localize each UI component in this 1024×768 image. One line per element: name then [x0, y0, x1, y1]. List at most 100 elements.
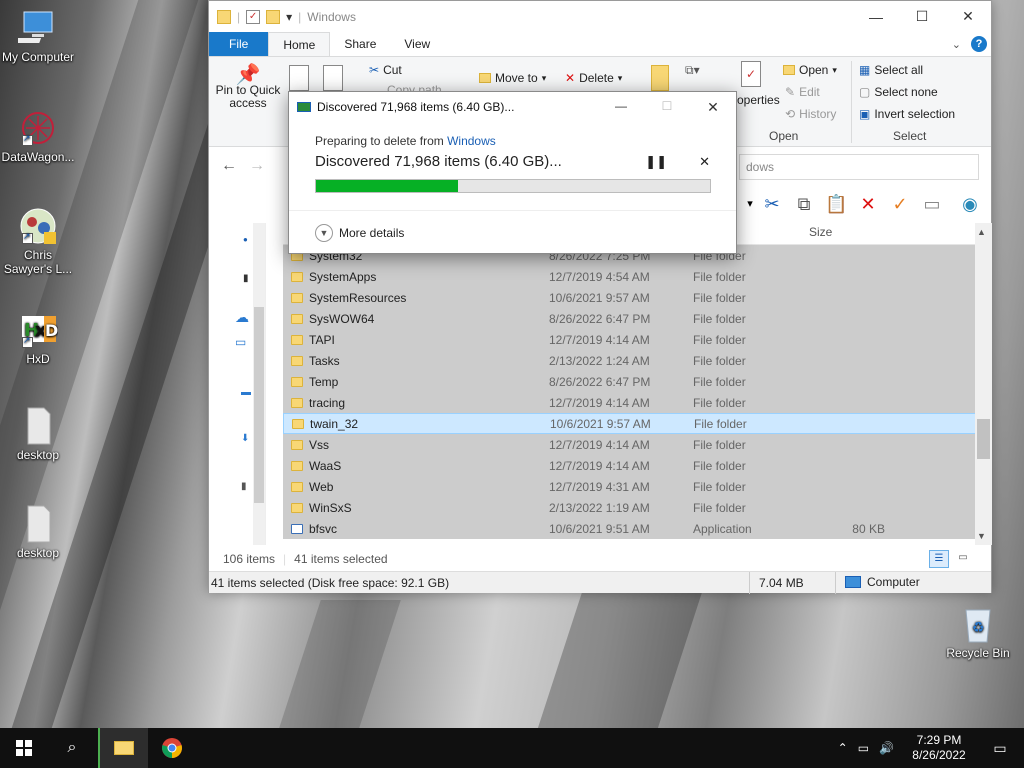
forward-arrow-icon[interactable]: → [249, 157, 265, 175]
show-hidden-icons-icon[interactable]: ⌃ [838, 741, 848, 755]
nav-dot-icon: ● [243, 235, 248, 244]
pause-icon[interactable]: ❚❚ [645, 154, 667, 170]
desktop-icon-chris-sawyer[interactable]: Chris Sawyer's L... [0, 206, 76, 276]
properties-button[interactable]: operties [737, 93, 780, 107]
volume-icon[interactable]: 🔊 [879, 741, 894, 755]
file-row[interactable]: SysWOW64 8/26/2022 6:47 PM File folder [283, 308, 983, 329]
network-icon[interactable]: ▭ [858, 741, 869, 755]
new-item-button[interactable]: ⧉▾ [685, 63, 700, 78]
desktop-icon-recycle-bin[interactable]: ♻ Recycle Bin [938, 604, 1018, 660]
tab-view[interactable]: View [390, 32, 444, 56]
properties-large-icon-wrap[interactable]: ✓ [741, 61, 761, 87]
minimize-button[interactable]: — [853, 1, 899, 32]
nav-item-icon[interactable]: ▮ [243, 273, 249, 284]
nav-item-icon[interactable]: ▮ [241, 481, 247, 492]
downloads-icon[interactable]: ⬇ [241, 433, 249, 444]
details-view-icon[interactable]: ☰ [929, 550, 949, 568]
move-to-button[interactable]: Move to ▾ [479, 71, 546, 85]
delete-label: Delete [579, 71, 614, 85]
file-type: File folder [693, 479, 746, 494]
nav-item-icon[interactable]: ▬ [241, 387, 251, 398]
file-row[interactable]: Web 12/7/2019 4:31 AM File folder [283, 476, 983, 497]
notifications-icon[interactable]: ▭ [976, 740, 1024, 757]
search-button[interactable]: ⌕ [48, 728, 96, 768]
cancel-icon[interactable]: ✕ [699, 154, 710, 170]
file-row[interactable]: twain_32 10/6/2021 9:57 AM File folder [283, 413, 983, 434]
delete-x-icon[interactable]: ✕ [857, 193, 879, 215]
move-to-label: Move to [495, 71, 538, 85]
checkmark-icon[interactable]: ✓ [889, 193, 911, 215]
properties-icon[interactable]: ✓ [246, 9, 261, 24]
new-folder-button[interactable] [651, 65, 669, 91]
file-row[interactable]: TAPI 12/7/2019 4:14 AM File folder [283, 329, 983, 350]
start-button[interactable] [0, 728, 48, 768]
scroll-down-icon[interactable]: ▼ [977, 531, 986, 541]
desktop-icon-datawagon[interactable]: DataWagon... [0, 108, 76, 164]
file-row[interactable]: Temp 8/26/2022 6:47 PM File folder [283, 371, 983, 392]
maximize-button[interactable]: ☐ [899, 1, 945, 32]
file-row[interactable]: SystemResources 10/6/2021 9:57 AM File fol… [283, 287, 983, 308]
taskbar-chrome[interactable] [148, 728, 196, 768]
column-size-header[interactable]: Size [809, 225, 832, 239]
source-folder-link[interactable]: Windows [447, 134, 496, 148]
clock[interactable]: 7:29 PM 8/26/2022 [902, 733, 976, 763]
paste-icon[interactable]: 📋 [825, 193, 847, 215]
new-folder-icon[interactable] [266, 9, 281, 24]
onedrive-icon[interactable]: ☁ [235, 309, 249, 326]
file-row[interactable]: Vss 12/7/2019 4:14 AM File folder [283, 434, 983, 455]
rename-icon[interactable]: ▭ [921, 193, 943, 215]
move-folder-icon [479, 73, 491, 83]
help-icon[interactable]: ? [971, 36, 987, 52]
select-none-button[interactable]: ▢ Select none [859, 85, 938, 99]
copy-icon-area[interactable] [289, 65, 343, 91]
desktop-icon-hxd[interactable]: HxD HxD [0, 310, 76, 366]
cut-icon[interactable]: ✂ [761, 193, 783, 215]
file-row[interactable]: SystemApps 12/7/2019 4:54 AM File folder [283, 266, 983, 287]
globe-icon[interactable]: ◉ [959, 193, 981, 215]
computer-icon [11, 8, 58, 48]
file-row[interactable]: Tasks 2/13/2022 1:24 AM File folder [283, 350, 983, 371]
select-all-button[interactable]: ▦ Select all [859, 63, 923, 77]
nav-scrollbar[interactable] [253, 223, 265, 545]
address-bar[interactable]: dows [739, 154, 979, 180]
collapse-ribbon-icon[interactable]: ⌄ [952, 38, 961, 51]
windows-logo-icon [16, 740, 32, 756]
scroll-up-icon[interactable]: ▲ [977, 227, 986, 237]
dialog-minimize-button[interactable]: — [598, 99, 644, 116]
folder-icon [291, 355, 303, 366]
more-details-toggle[interactable]: ▼ More details [289, 210, 736, 254]
desktop-icon-desktop-2[interactable]: desktop [0, 504, 76, 560]
file-row[interactable]: tracing 12/7/2019 4:14 AM File folder [283, 392, 983, 413]
cut-button[interactable]: ✂ Cut [369, 63, 402, 77]
desktop-icon-my-computer[interactable]: My Computer [0, 8, 76, 64]
taskbar-file-explorer[interactable] [98, 728, 148, 768]
open-button[interactable]: Open ▾ [783, 63, 837, 77]
history-button[interactable]: ⟲ History [785, 107, 836, 121]
dialog-maximize-button[interactable]: ☐ [644, 99, 690, 116]
file-size: 80 KB [852, 521, 885, 536]
nav-scrollbar-thumb[interactable] [254, 307, 264, 503]
tab-home[interactable]: Home [268, 32, 331, 56]
large-icons-view-icon[interactable]: ▭ [953, 550, 973, 568]
chevron-down-icon[interactable]: ▾ [739, 193, 761, 215]
file-date-modified: 10/6/2021 9:51 AM [549, 521, 650, 536]
tab-share[interactable]: Share [330, 32, 390, 56]
delete-button[interactable]: ✕ Delete ▾ [565, 71, 622, 85]
this-pc-icon[interactable]: ▭ [235, 335, 246, 349]
scrollbar-thumb[interactable] [977, 419, 990, 459]
invert-selection-button[interactable]: ▣ Invert selection [859, 107, 955, 121]
file-row[interactable]: WinSxS 2/13/2022 1:19 AM File folder [283, 497, 983, 518]
file-list-scrollbar[interactable]: ▲ ▼ [975, 223, 992, 545]
desktop-icon-desktop-1[interactable]: desktop [0, 406, 76, 462]
file-row[interactable]: WaaS 12/7/2019 4:14 AM File folder [283, 455, 983, 476]
tab-file[interactable]: File [209, 32, 269, 56]
edit-button[interactable]: ✎ Edit [785, 85, 820, 99]
file-row[interactable]: bfsvc 10/6/2021 9:51 AM Application 80 KB [283, 518, 983, 539]
select-none-label: Select none [874, 85, 938, 99]
copy-icon[interactable]: ⧉ [793, 193, 815, 215]
pin-to-quick-access-button[interactable]: 📌 Pin to Quick access [215, 65, 281, 110]
close-button[interactable]: ✕ [945, 1, 991, 32]
customize-quick-access-icon[interactable]: ▾ [286, 10, 292, 24]
dialog-close-button[interactable]: ✕ [690, 99, 736, 116]
back-arrow-icon[interactable]: ← [221, 157, 237, 175]
